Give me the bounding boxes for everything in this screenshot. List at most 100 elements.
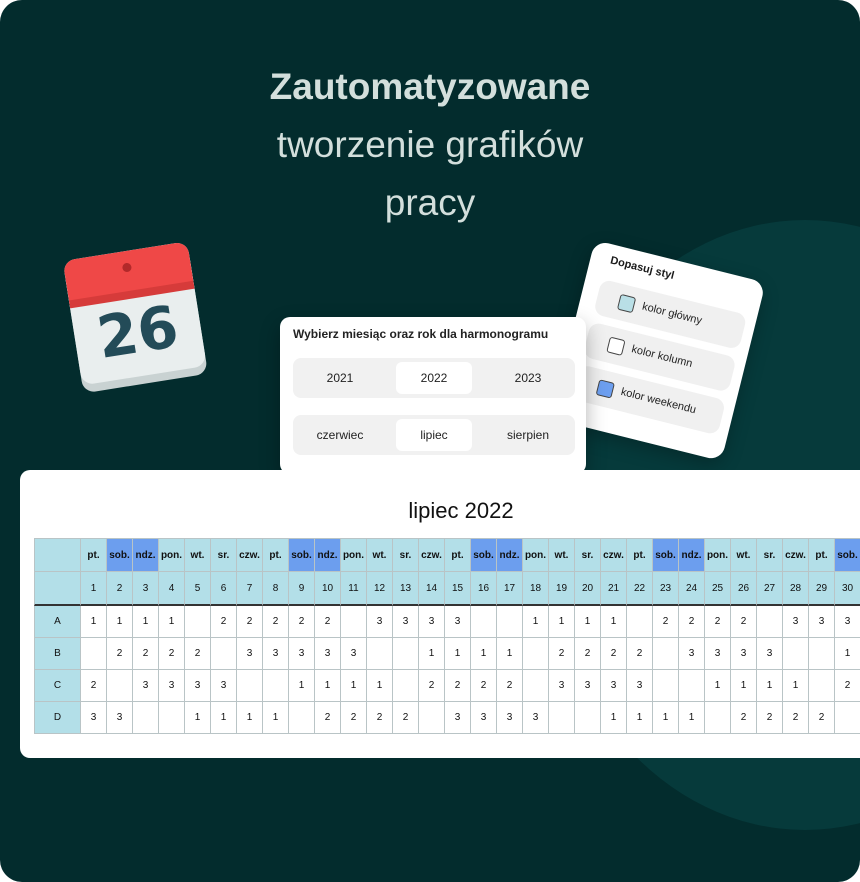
employee-label-cell: A (34, 606, 81, 638)
calendar-page: 26 (62, 241, 207, 386)
weekday-header-cell: sr. (575, 538, 601, 572)
weekday-header-cell: sob. (471, 538, 497, 572)
shift-cell: 1 (237, 702, 263, 734)
day-number-cell: 6 (211, 572, 237, 606)
employee-label-cell: D (34, 702, 81, 734)
shift-cell: 1 (471, 638, 497, 670)
shift-cell: 1 (445, 638, 471, 670)
shift-cell: 3 (341, 638, 367, 670)
shift-cell (705, 702, 731, 734)
shift-cell (497, 606, 523, 638)
headline-line-2: tworzenie grafików (276, 124, 584, 165)
weekday-header-cell: czw. (601, 538, 627, 572)
day-number-cell: 1 (81, 572, 107, 606)
shift-cell: 3 (237, 638, 263, 670)
month-option-sierpien[interactable]: sierpien (490, 419, 566, 451)
day-number-cell: 15 (445, 572, 471, 606)
shift-cell (653, 638, 679, 670)
shift-cell: 2 (237, 606, 263, 638)
shift-cell: 2 (757, 702, 783, 734)
day-number-cell: 11 (341, 572, 367, 606)
table-row: C23333111122223333111122 (34, 670, 860, 702)
shift-cell: 2 (575, 638, 601, 670)
shift-cell: 3 (315, 638, 341, 670)
shift-cell: 2 (159, 638, 185, 670)
weekday-header-cell: sr. (757, 538, 783, 572)
shift-cell: 2 (185, 638, 211, 670)
weekday-header-cell: pon. (705, 538, 731, 572)
shift-cell: 2 (367, 702, 393, 734)
shift-cell (159, 702, 185, 734)
shift-cell: 2 (783, 702, 809, 734)
day-number-cell: 27 (757, 572, 783, 606)
shift-cell: 3 (133, 670, 159, 702)
corner-cell (34, 572, 81, 606)
shift-cell (783, 638, 809, 670)
day-number-cell: 30 (835, 572, 860, 606)
shift-cell (549, 702, 575, 734)
shift-cell: 3 (263, 638, 289, 670)
day-number-cell: 26 (731, 572, 757, 606)
shift-cell: 3 (289, 638, 315, 670)
shift-cell: 2 (835, 670, 860, 702)
shift-cell: 2 (497, 670, 523, 702)
day-number-cell: 4 (159, 572, 185, 606)
weekday-header-cell: sob. (107, 538, 133, 572)
shift-cell: 2 (393, 702, 419, 734)
shift-cell: 2 (211, 606, 237, 638)
weekday-header-cell: ndz. (315, 538, 341, 572)
shift-cell: 2 (107, 638, 133, 670)
month-option-czerwiec[interactable]: czerwiec (302, 419, 378, 451)
shift-cell: 3 (367, 606, 393, 638)
weekday-header-cell: sr. (393, 538, 419, 572)
shift-cell (653, 670, 679, 702)
shift-cell: 3 (835, 606, 860, 638)
shift-cell: 1 (653, 702, 679, 734)
shift-cell: 2 (731, 702, 757, 734)
weekday-header-cell: ndz. (679, 538, 705, 572)
day-number-cell: 8 (263, 572, 289, 606)
day-number-cell: 5 (185, 572, 211, 606)
shift-cell (809, 638, 835, 670)
shift-cell: 1 (601, 702, 627, 734)
day-number-cell: 20 (575, 572, 601, 606)
weekday-header-cell: pon. (523, 538, 549, 572)
shift-cell: 3 (809, 606, 835, 638)
shift-cell: 3 (419, 606, 445, 638)
shift-cell: 1 (211, 702, 237, 734)
shift-cell (367, 638, 393, 670)
weekday-header-row: pt. sob. ndz. pon. wt. sr. czw. pt. sob. ndz. pon.… (34, 538, 860, 572)
shift-cell: 1 (497, 638, 523, 670)
day-number-cell: 17 (497, 572, 523, 606)
shift-cell (835, 702, 860, 734)
month-selector: czerwiec lipiec sierpien (293, 415, 575, 455)
year-option-2021[interactable]: 2021 (302, 362, 378, 394)
shift-cell (627, 606, 653, 638)
shift-cell: 2 (289, 606, 315, 638)
promo-card: Zautomatyzowane tworzenie grafików pracy… (0, 0, 860, 882)
shift-cell: 1 (185, 702, 211, 734)
shift-cell (237, 670, 263, 702)
shift-cell: 3 (575, 670, 601, 702)
day-number-cell: 18 (523, 572, 549, 606)
month-option-lipiec[interactable]: lipiec (396, 419, 472, 451)
shift-cell: 2 (81, 670, 107, 702)
day-number-cell: 3 (133, 572, 159, 606)
shift-cell: 2 (653, 606, 679, 638)
shift-cell: 1 (575, 606, 601, 638)
shift-cell (393, 638, 419, 670)
day-number-cell: 10 (315, 572, 341, 606)
month-year-picker: Wybierz miesiąc oraz rok dla harmonogram… (280, 317, 586, 474)
shift-cell: 2 (445, 670, 471, 702)
year-option-2022[interactable]: 2022 (396, 362, 472, 394)
shift-cell: 2 (341, 702, 367, 734)
shift-cell: 2 (315, 606, 341, 638)
shift-cell (263, 670, 289, 702)
table-row: B22223333311112222333311 (34, 638, 860, 670)
year-option-2023[interactable]: 2023 (490, 362, 566, 394)
shift-cell: 2 (471, 670, 497, 702)
employee-label-cell: C (34, 670, 81, 702)
day-number-row: 1 2 3 4 5 6 7 8 9 10 11 12 13 14 15 16 17 18 19 20 21 22 23 24 2… (34, 572, 860, 606)
color-swatch (595, 379, 615, 399)
shift-cell: 3 (471, 702, 497, 734)
